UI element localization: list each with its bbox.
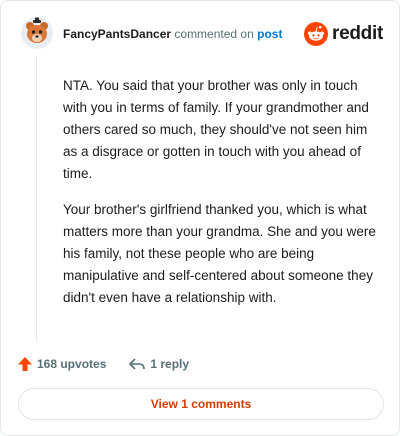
- action-text: commented on: [174, 27, 254, 41]
- author-line: FancyPantsDancer commented on post: [63, 27, 282, 41]
- reddit-logo-icon: [304, 22, 329, 46]
- reddit-logo[interactable]: reddit: [304, 21, 383, 47]
- comment-body: NTA. You said that your brother was only…: [63, 75, 383, 323]
- view-comments-button[interactable]: View 1 comments: [18, 388, 384, 420]
- upvote-count: 168 upvotes: [37, 357, 107, 371]
- comment-paragraph-1: NTA. You said that your brother was only…: [63, 78, 369, 181]
- thread-line[interactable]: [36, 57, 37, 342]
- avatar-bear-icon: [21, 17, 53, 49]
- comment-paragraph-2: Your brother's girlfriend thanked you, w…: [63, 202, 376, 305]
- reply-button[interactable]: 1 reply: [128, 356, 189, 372]
- post-link[interactable]: post: [257, 27, 282, 41]
- upvote-button[interactable]: 168 upvotes: [17, 356, 106, 372]
- reply-icon: [129, 358, 146, 370]
- reply-count: 1 reply: [150, 357, 190, 371]
- upvote-arrow-icon: [18, 357, 32, 371]
- comment-actions: 168 upvotes 1 reply: [17, 354, 211, 374]
- comment-header: FancyPantsDancer commented on post reddi…: [17, 15, 383, 55]
- avatar[interactable]: [21, 17, 53, 49]
- author-name[interactable]: FancyPantsDancer: [63, 27, 171, 41]
- reddit-wordmark: reddit: [332, 23, 383, 44]
- comment-card: FancyPantsDancer commented on post reddi…: [0, 0, 400, 436]
